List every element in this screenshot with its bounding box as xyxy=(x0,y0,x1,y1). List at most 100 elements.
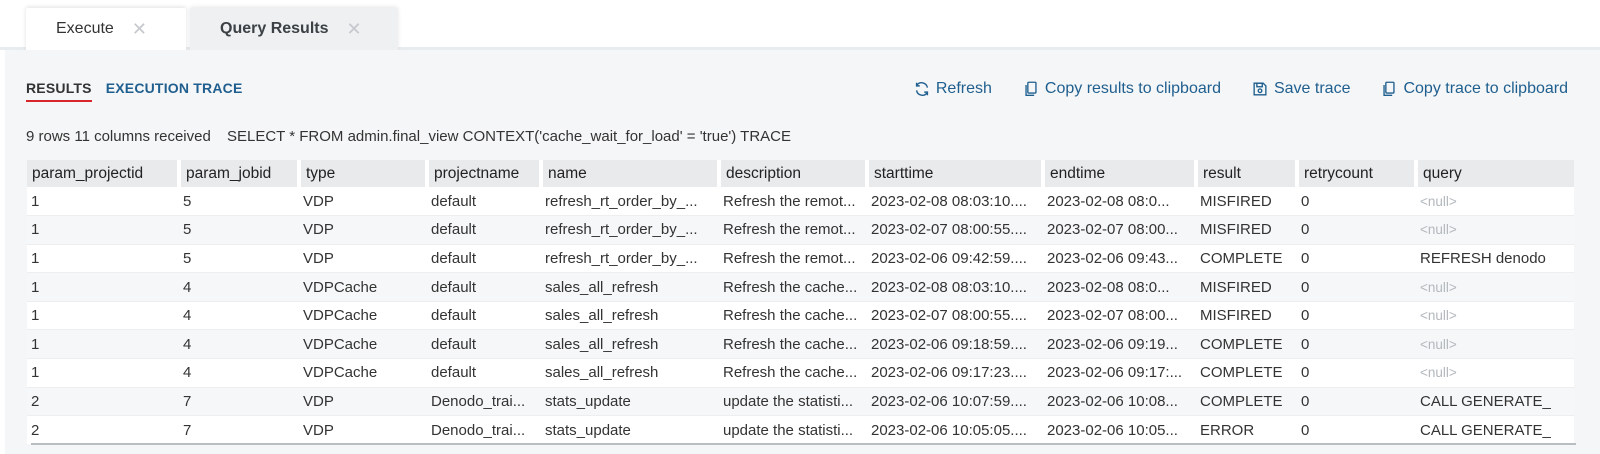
table-cell-name[interactable]: refresh_rt_order_by_... xyxy=(541,244,719,274)
column-header-param-jobid[interactable]: param_jobid xyxy=(179,160,301,187)
table-cell-retrycount[interactable]: 0 xyxy=(1297,272,1416,302)
results-table-container[interactable]: param_projectid param_jobid type projectnam… xyxy=(27,160,1574,444)
table-cell-param-jobid[interactable]: 7 xyxy=(179,387,299,417)
table-cell-result[interactable]: COMPLETE xyxy=(1196,387,1297,417)
column-header-endtime[interactable]: endtime xyxy=(1043,160,1198,187)
table-cell-name[interactable]: sales_all_refresh xyxy=(541,358,719,388)
table-cell-param-jobid[interactable]: 4 xyxy=(179,272,299,302)
table-cell-endtime[interactable]: 2023-02-08 08:0... xyxy=(1043,187,1196,217)
table-cell-retrycount[interactable]: 0 xyxy=(1297,244,1416,274)
table-cell-param-projectid[interactable]: 1 xyxy=(27,301,179,331)
table-cell-description[interactable]: Refresh the cache... xyxy=(719,329,867,360)
table-cell-param-jobid[interactable]: 4 xyxy=(179,358,299,388)
column-header-starttime[interactable]: starttime xyxy=(867,160,1045,187)
table-row[interactable]: 2 7 VDP Denodo_trai... stats_update update th… xyxy=(27,415,1574,444)
table-cell-description[interactable]: Refresh the cache... xyxy=(719,358,867,388)
table-cell-endtime[interactable]: 2023-02-06 09:17:... xyxy=(1043,358,1196,388)
table-cell-projectname[interactable]: default xyxy=(427,187,541,217)
subtab-execution-trace[interactable]: EXECUTION TRACE xyxy=(106,80,243,102)
table-cell-result[interactable]: MISFIRED xyxy=(1196,215,1297,245)
table-cell-name[interactable]: refresh_rt_order_by_... xyxy=(541,215,719,245)
copy-trace-button[interactable]: Copy trace to clipboard xyxy=(1380,80,1568,98)
table-cell-endtime[interactable]: 2023-02-07 08:00... xyxy=(1043,215,1196,245)
table-cell-retrycount[interactable]: 0 xyxy=(1297,215,1416,245)
table-cell-retrycount[interactable]: 0 xyxy=(1297,415,1416,444)
table-cell-endtime[interactable]: 2023-02-06 09:43... xyxy=(1043,244,1196,274)
table-cell-name[interactable]: stats_update xyxy=(541,387,719,417)
table-cell-endtime[interactable]: 2023-02-06 10:08... xyxy=(1043,387,1196,417)
table-cell-param-projectid[interactable]: 1 xyxy=(27,329,179,360)
table-cell-param-jobid[interactable]: 4 xyxy=(179,329,299,360)
table-cell-starttime[interactable]: 2023-02-06 09:17:23.... xyxy=(867,358,1043,388)
table-cell-retrycount[interactable]: 0 xyxy=(1297,187,1416,217)
table-cell-description[interactable]: update the statisti... xyxy=(719,415,867,444)
tab-execute[interactable]: Execute ✕ xyxy=(26,8,186,50)
table-cell-endtime[interactable]: 2023-02-08 08:0... xyxy=(1043,272,1196,302)
table-cell-result[interactable]: MISFIRED xyxy=(1196,301,1297,331)
table-cell-result[interactable]: MISFIRED xyxy=(1196,187,1297,217)
table-cell-description[interactable]: Refresh the cache... xyxy=(719,301,867,331)
table-cell-projectname[interactable]: Denodo_trai... xyxy=(427,387,541,417)
table-cell-description[interactable]: Refresh the remot... xyxy=(719,187,867,217)
table-row[interactable]: 1 4 VDPCache default sales_all_refresh Refres… xyxy=(27,329,1574,360)
copy-results-button[interactable]: Copy results to clipboard xyxy=(1022,80,1221,98)
table-cell-description[interactable]: update the statisti... xyxy=(719,387,867,417)
table-cell-type[interactable]: VDP xyxy=(299,187,427,217)
column-header-type[interactable]: type xyxy=(299,160,429,187)
table-cell-projectname[interactable]: Denodo_trai... xyxy=(427,415,541,444)
column-header-param-projectid[interactable]: param_projectid xyxy=(27,160,181,187)
table-cell-projectname[interactable]: default xyxy=(427,215,541,245)
table-row[interactable]: 1 4 VDPCache default sales_all_refresh Refres… xyxy=(27,358,1574,388)
table-horizontal-scrollbar[interactable] xyxy=(31,443,1576,445)
table-cell-param-projectid[interactable]: 1 xyxy=(27,215,179,245)
table-cell-result[interactable]: ERROR xyxy=(1196,415,1297,444)
column-header-query[interactable]: query xyxy=(1416,160,1574,187)
table-cell-result[interactable]: MISFIRED xyxy=(1196,272,1297,302)
table-cell-starttime[interactable]: 2023-02-06 09:42:59.... xyxy=(867,244,1043,274)
subtab-results[interactable]: RESULTS xyxy=(26,80,92,102)
table-cell-type[interactable]: VDPCache xyxy=(299,301,427,331)
table-cell-endtime[interactable]: 2023-02-06 09:19... xyxy=(1043,329,1196,360)
table-cell-name[interactable]: sales_all_refresh xyxy=(541,272,719,302)
table-cell-projectname[interactable]: default xyxy=(427,301,541,331)
column-header-projectname[interactable]: projectname xyxy=(427,160,543,187)
table-cell-type[interactable]: VDPCache xyxy=(299,272,427,302)
table-row[interactable]: 1 5 VDP default refresh_rt_order_by_... Refre… xyxy=(27,244,1574,274)
table-cell-type[interactable]: VDPCache xyxy=(299,329,427,360)
table-row[interactable]: 1 4 VDPCache default sales_all_refresh Refres… xyxy=(27,301,1574,331)
table-cell-retrycount[interactable]: 0 xyxy=(1297,358,1416,388)
table-cell-param-projectid[interactable]: 2 xyxy=(27,387,179,417)
table-cell-starttime[interactable]: 2023-02-06 10:05:05.... xyxy=(867,415,1043,444)
tab-query-results[interactable]: Query Results ✕ xyxy=(190,8,398,50)
table-cell-name[interactable]: sales_all_refresh xyxy=(541,301,719,331)
close-icon[interactable]: ✕ xyxy=(132,20,147,38)
table-cell-param-jobid[interactable]: 5 xyxy=(179,244,299,274)
table-row[interactable]: 1 5 VDP default refresh_rt_order_by_... Refre… xyxy=(27,215,1574,245)
table-cell-retrycount[interactable]: 0 xyxy=(1297,329,1416,360)
table-cell-result[interactable]: COMPLETE xyxy=(1196,329,1297,360)
table-cell-param-projectid[interactable]: 1 xyxy=(27,187,179,217)
table-cell-starttime[interactable]: 2023-02-08 08:03:10.... xyxy=(867,272,1043,302)
table-cell-param-jobid[interactable]: 5 xyxy=(179,215,299,245)
table-cell-name[interactable]: sales_all_refresh xyxy=(541,329,719,360)
table-cell-name[interactable]: refresh_rt_order_by_... xyxy=(541,187,719,217)
table-cell-query[interactable]: CALL GENERATE_ xyxy=(1416,387,1574,417)
table-cell-starttime[interactable]: 2023-02-06 10:07:59.... xyxy=(867,387,1043,417)
table-cell-description[interactable]: Refresh the remot... xyxy=(719,244,867,274)
table-cell-endtime[interactable]: 2023-02-06 10:05... xyxy=(1043,415,1196,444)
table-cell-name[interactable]: stats_update xyxy=(541,415,719,444)
table-row[interactable]: 1 5 VDP default refresh_rt_order_by_... Refre… xyxy=(27,187,1574,217)
table-cell-description[interactable]: Refresh the remot... xyxy=(719,215,867,245)
table-cell-query[interactable]: <null> xyxy=(1416,187,1574,217)
column-header-name[interactable]: name xyxy=(541,160,721,187)
table-row[interactable]: 1 4 VDPCache default sales_all_refresh Refres… xyxy=(27,272,1574,302)
table-row[interactable]: 2 7 VDP Denodo_trai... stats_update update th… xyxy=(27,387,1574,417)
table-cell-type[interactable]: VDP xyxy=(299,244,427,274)
close-icon[interactable]: ✕ xyxy=(346,20,361,38)
column-header-result[interactable]: result xyxy=(1196,160,1299,187)
table-cell-param-projectid[interactable]: 1 xyxy=(27,358,179,388)
table-cell-retrycount[interactable]: 0 xyxy=(1297,301,1416,331)
table-cell-query[interactable]: CALL GENERATE_ xyxy=(1416,415,1574,444)
table-cell-query[interactable]: <null> xyxy=(1416,272,1574,302)
table-cell-param-projectid[interactable]: 1 xyxy=(27,272,179,302)
